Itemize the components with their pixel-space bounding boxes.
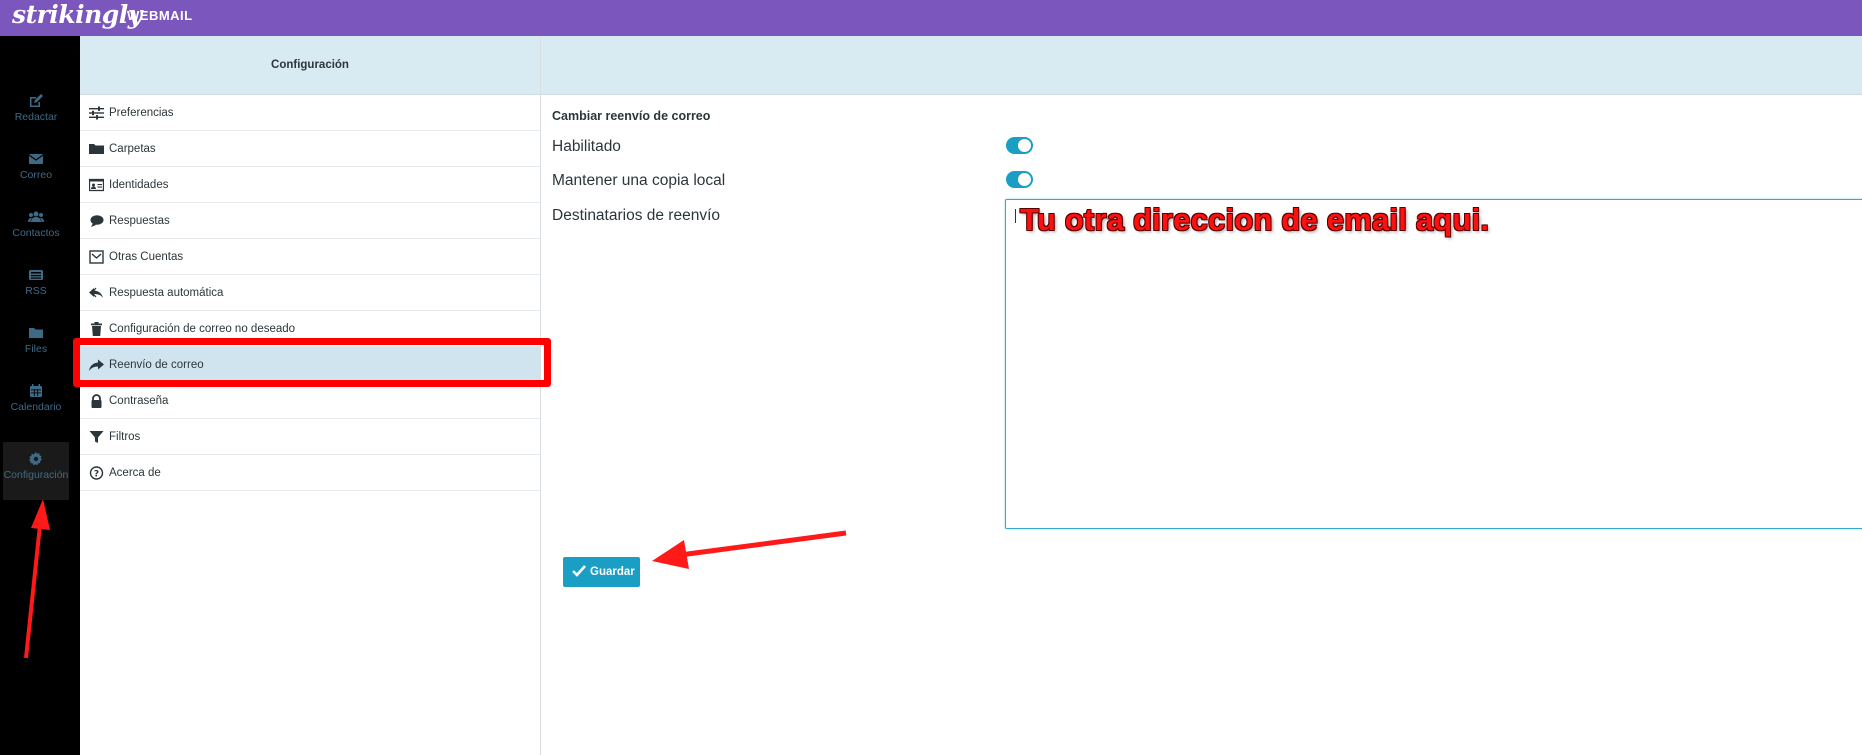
question-circle-icon: ? [89, 466, 104, 480]
strikingly-logo[interactable]: strikingly [12, 0, 142, 32]
calendar-icon [30, 384, 42, 397]
save-button[interactable]: Guardar [563, 557, 640, 587]
check-icon [572, 565, 586, 577]
lock-icon [91, 394, 102, 408]
recipients-textarea[interactable]: Tu otra direccion de email aqui. [1005, 199, 1862, 529]
product-name: WEBMAIL [127, 8, 193, 23]
nav-item-folders[interactable]: Carpetas [80, 131, 540, 167]
save-button-label: Guardar [590, 566, 635, 578]
task-label: Calendario [10, 401, 62, 413]
nav-item-label: Acerca de [109, 467, 161, 479]
nav-item-preferences[interactable]: Preferencias [80, 95, 540, 131]
trash-icon [91, 322, 102, 336]
inbox-icon [89, 250, 104, 264]
task-label: Contactos [12, 227, 60, 239]
nav-item-label: Otras Cuentas [109, 251, 184, 263]
task-menu: Redactar Correo Contactos RSS Files Cale… [3, 36, 80, 755]
text-caret [1015, 209, 1016, 223]
task-label: RSS [25, 285, 47, 297]
annotation-highlight-box [73, 338, 551, 387]
folder-icon [89, 144, 104, 154]
task-label: Configuración [3, 469, 69, 481]
nav-item-label: Preferencias [109, 107, 174, 119]
keep-copy-label: Mantener una copia local [552, 172, 726, 189]
sliders-icon [89, 106, 104, 120]
nav-item-autoreply[interactable]: Respuesta automática [80, 275, 540, 311]
gear-icon [29, 452, 42, 466]
id-card-icon [89, 178, 104, 192]
filter-icon [89, 431, 104, 443]
task-mail[interactable]: Correo [3, 142, 69, 200]
task-label: Redactar [14, 111, 58, 123]
task-compose[interactable]: Redactar [3, 84, 69, 142]
keep-copy-toggle[interactable] [1006, 171, 1033, 188]
nav-item-label: Respuestas [109, 215, 170, 227]
recipients-label: Destinatarios de reenvío [552, 207, 721, 224]
nav-item-label: Filtros [109, 431, 141, 443]
enabled-toggle[interactable] [1006, 137, 1033, 154]
nav-item-label: Identidades [109, 179, 169, 191]
settings-nav-header: Configuración [80, 36, 540, 95]
speech-bubble-icon [90, 215, 104, 227]
task-calendar[interactable]: Calendario [3, 374, 69, 432]
nav-item-label: Contraseña [109, 395, 169, 407]
settings-nav: Configuración Preferencias Carpetas Iden… [80, 36, 541, 755]
nav-item-password[interactable]: Contraseña [80, 383, 540, 419]
content-pane: Cambiar reenvío de correo Habilitado Man… [541, 36, 1862, 755]
rss-icon [29, 270, 43, 280]
nav-item-label: Respuesta automática [109, 287, 224, 299]
nav-item-other-accounts[interactable]: Otras Cuentas [80, 239, 540, 275]
reply-all-icon [89, 287, 103, 298]
task-label: Files [24, 343, 48, 355]
nav-item-identities[interactable]: Identidades [80, 167, 540, 203]
task-settings[interactable]: Configuración [3, 442, 69, 500]
task-contacts[interactable]: Contactos [3, 200, 69, 258]
nav-item-responses[interactable]: Respuestas [80, 203, 540, 239]
nav-item-filters[interactable]: Filtros [80, 419, 540, 455]
task-files[interactable]: Files [3, 316, 69, 374]
contacts-icon [28, 211, 44, 222]
task-label: Correo [19, 169, 53, 181]
task-rss[interactable]: RSS [3, 258, 69, 316]
enabled-label: Habilitado [552, 138, 621, 155]
svg-text:?: ? [94, 470, 99, 480]
mail-icon [28, 154, 44, 164]
compose-icon [30, 94, 43, 107]
top-bar: strikingly WEBMAIL [0, 0, 1862, 36]
section-title: Cambiar reenvío de correo [552, 109, 711, 123]
content-header [541, 36, 1862, 95]
nav-item-label: Carpetas [109, 143, 156, 155]
annotation-text: Tu otra direccion de email aqui. [1020, 202, 1490, 237]
nav-item-label: Configuración de correo no deseado [109, 323, 296, 335]
folder-icon [29, 328, 43, 338]
nav-item-about[interactable]: ? Acerca de [80, 455, 540, 491]
